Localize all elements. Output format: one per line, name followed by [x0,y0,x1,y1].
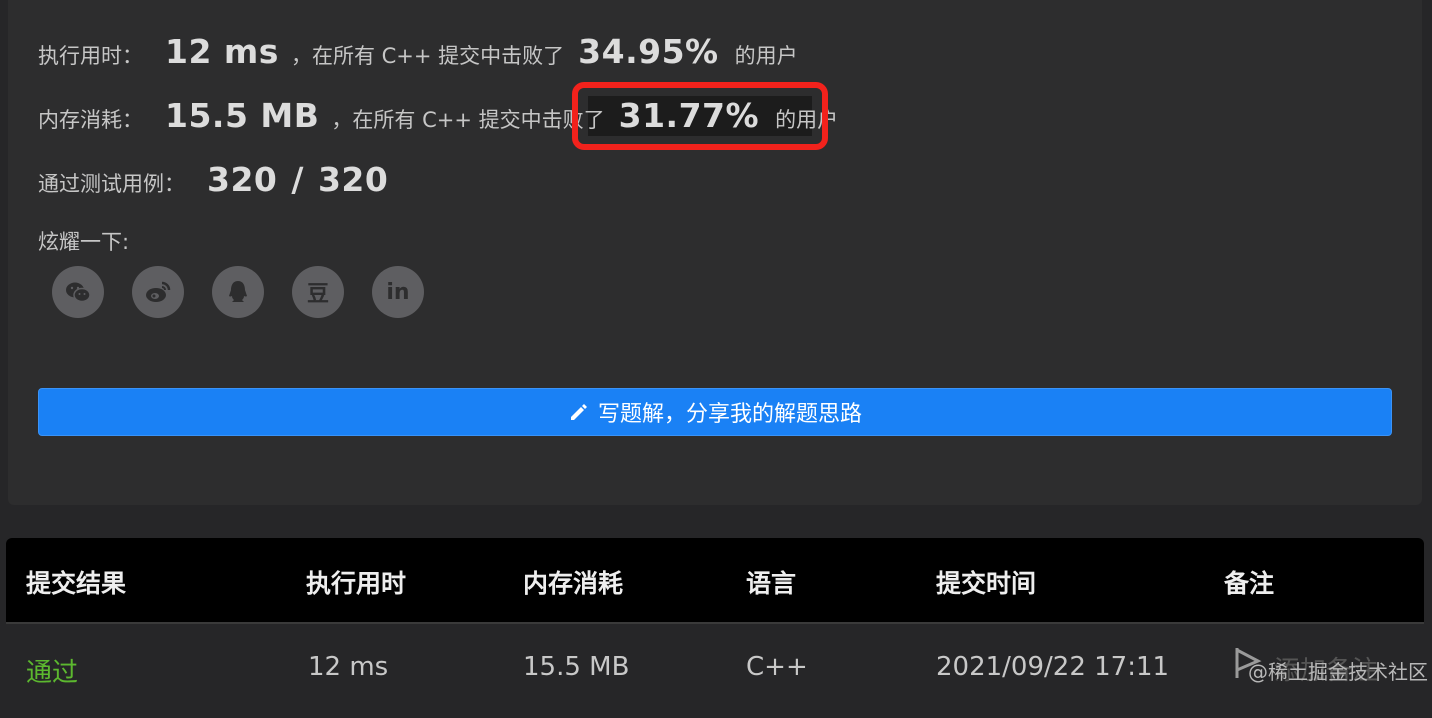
weibo-icon[interactable] [132,266,184,318]
runtime-label: 执行用时： [38,44,143,68]
col-runtime: 执行用时 [306,569,407,598]
submission-table: 提交结果 执行用时 内存消耗 语言 提交时间 备注 通过 12 ms 15.5 … [6,538,1424,718]
tests-label: 通过测试用例： [38,172,185,196]
col-memory: 内存消耗 [523,569,624,598]
tests-separator: / [291,160,304,199]
table-row: 通过 12 ms 15.5 MB C++ 2021/09/22 17:11 添加… [6,624,1424,718]
table-header: 提交结果 执行用时 内存消耗 语言 提交时间 备注 [6,538,1424,624]
row-language: C++ [746,652,808,682]
wechat-icon[interactable] [52,266,104,318]
runtime-suffix: 的用户 [734,44,798,68]
col-time: 提交时间 [936,569,1037,598]
tests-total: 320 [317,160,389,199]
col-language: 语言 [746,569,797,598]
row-runtime: 12 ms [308,652,389,682]
share-label-row: 炫耀一下: [38,226,129,256]
red-highlight-box [572,82,828,150]
runtime-percent: 34.95% [578,32,719,71]
result-pass-link[interactable]: 通过 [26,652,78,689]
memory-value: 15.5 MB [165,96,320,135]
memory-prefix: ，在所有 C++ 提交中击败了 [331,108,605,132]
row-memory: 15.5 MB [523,652,630,682]
pencil-icon [570,404,587,420]
linkedin-icon[interactable]: in [372,266,424,318]
col-note: 备注 [1224,569,1275,598]
write-solution-label: 写题解，分享我的解题思路 [597,402,862,427]
douban-icon[interactable]: 豆 [292,266,344,318]
write-solution-button[interactable]: 写题解，分享我的解题思路 [38,388,1392,436]
douban-glyph: 豆 [306,282,329,307]
linkedin-glyph: in [386,279,410,305]
share-label: 炫耀一下: [38,230,130,254]
tests-stat: 通过测试用例： 320 / 320 [38,160,388,199]
row-time: 2021/09/22 17:11 [936,652,1170,682]
col-result: 提交结果 [26,569,127,598]
runtime-stat: 执行用时： 12 ms ，在所有 C++ 提交中击败了 34.95% 的用户 [38,32,798,71]
qq-icon[interactable] [212,266,264,318]
tests-passed: 320 [207,160,278,199]
runtime-value: 12 ms [165,32,279,71]
share-icons: 豆 in [52,266,424,318]
watermark: @稀土掘金技术社区 [1248,660,1428,684]
memory-label: 内存消耗： [38,108,143,132]
runtime-prefix: ，在所有 C++ 提交中击败了 [290,44,565,68]
